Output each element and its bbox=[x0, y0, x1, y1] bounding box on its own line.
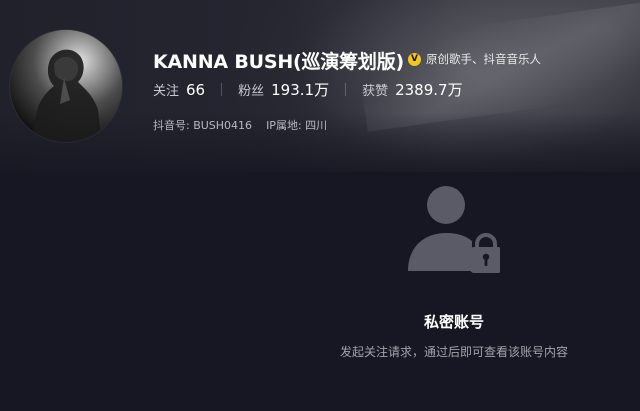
stat-divider bbox=[221, 83, 223, 96]
private-account-title: 私密账号 bbox=[423, 313, 484, 331]
private-account-description: 发起关注请求，通过后即可查看该账号内容 bbox=[339, 345, 568, 359]
following-stat[interactable]: 关注 66 bbox=[153, 80, 205, 99]
avatar[interactable] bbox=[10, 30, 122, 142]
stat-divider bbox=[345, 83, 347, 96]
followers-label: 粉丝 bbox=[238, 84, 265, 99]
profile-stats: 关注 66 粉丝 193.1万 获赞 2389.7万 bbox=[153, 79, 463, 100]
verification-info: V 原创歌手、抖音音乐人 bbox=[408, 51, 541, 67]
following-count: 66 bbox=[186, 81, 206, 99]
likes-label: 获赞 bbox=[362, 84, 389, 99]
likes-stat: 获赞 2389.7万 bbox=[362, 79, 463, 100]
verification-text: 原创歌手、抖音音乐人 bbox=[426, 52, 541, 66]
profile-name: KANNA BUSH(巡演筹划版) bbox=[153, 51, 405, 73]
followers-stat[interactable]: 粉丝 193.1万 bbox=[238, 79, 329, 100]
profile-page: KANNA BUSH(巡演筹划版) V 原创歌手、抖音音乐人 关注 66 粉丝 … bbox=[0, 0, 640, 411]
private-user-lock-icon bbox=[408, 186, 500, 273]
avatar-photo bbox=[10, 30, 122, 142]
verified-badge-icon: V bbox=[408, 52, 421, 66]
following-label: 关注 bbox=[153, 84, 180, 99]
ip-location: IP属地: 四川 bbox=[266, 119, 328, 132]
douyin-id: 抖音号: BUSH0416 bbox=[153, 119, 253, 132]
profile-meta: 抖音号: BUSH0416 IP属地: 四川 bbox=[153, 117, 327, 133]
followers-count: 193.1万 bbox=[271, 81, 330, 99]
likes-count: 2389.7万 bbox=[395, 81, 463, 99]
